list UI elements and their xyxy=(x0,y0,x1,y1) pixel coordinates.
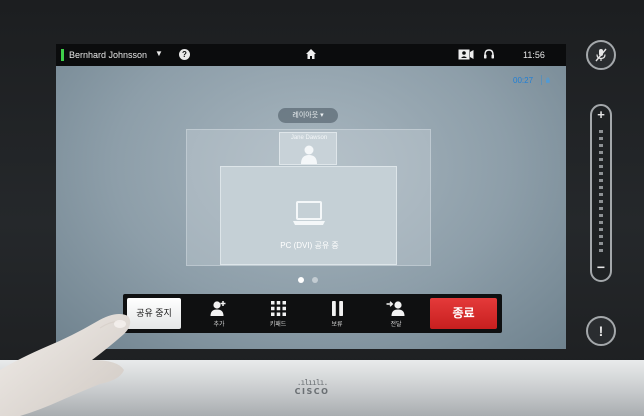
add-participant-button[interactable]: 추가 xyxy=(193,297,245,330)
transfer-label: 전달 xyxy=(390,322,402,328)
pause-icon xyxy=(331,301,343,316)
volume-down-icon[interactable]: − xyxy=(592,260,610,274)
user-name[interactable]: Bernhard Johnsson xyxy=(69,50,147,60)
participant-tile[interactable]: Jane Dawson xyxy=(279,132,337,165)
laptop-icon xyxy=(293,201,325,225)
page-indicator-dot-active[interactable] xyxy=(298,277,304,283)
transfer-button[interactable]: 전달 xyxy=(370,297,422,330)
hold-label: 보류 xyxy=(331,322,343,328)
status-bar: Bernhard Johnsson ▼ ? 11:56 xyxy=(56,44,566,66)
add-participant-label: 추가 xyxy=(213,322,225,328)
pointing-hand-image xyxy=(0,314,131,416)
layout-button-label: 레이아웃 xyxy=(292,112,319,119)
encryption-lock-icon xyxy=(541,75,550,85)
add-person-icon xyxy=(210,301,226,316)
cisco-logo: .ılıılı. CISCO xyxy=(290,378,334,404)
keypad-button[interactable]: 키패드 xyxy=(252,297,304,330)
presentation-tile[interactable]: PC (DVI) 공유 중 xyxy=(220,166,397,265)
end-call-button[interactable]: 종료 xyxy=(430,298,497,329)
alert-button[interactable]: ! xyxy=(586,316,616,346)
volume-level-ticks xyxy=(599,130,603,254)
volume-up-icon[interactable]: + xyxy=(592,108,610,122)
home-icon[interactable] xyxy=(305,48,317,60)
person-icon xyxy=(301,145,317,164)
share-status-label: PC (DVI) 공유 중 xyxy=(280,241,339,250)
cisco-logo-word: CISCO xyxy=(294,387,330,396)
volume-slider[interactable]: + − xyxy=(590,104,612,282)
hold-button[interactable]: 보류 xyxy=(311,297,363,330)
layout-button[interactable]: 레이아웃 ▾ xyxy=(278,108,338,123)
cisco-logo-bars: .ılıılı. xyxy=(296,378,329,387)
presence-indicator xyxy=(61,49,64,61)
keypad-label: 키패드 xyxy=(269,322,287,328)
transfer-person-icon xyxy=(386,301,405,316)
user-menu-caret-icon[interactable]: ▼ xyxy=(155,49,163,58)
help-icon[interactable]: ? xyxy=(179,49,190,60)
microphone-muted-icon xyxy=(595,48,607,62)
clock: 11:56 xyxy=(523,50,545,60)
call-timer: 00:27 xyxy=(513,76,534,85)
chevron-down-icon: ▾ xyxy=(320,112,324,119)
mute-microphone-button[interactable] xyxy=(586,40,616,70)
headset-icon[interactable] xyxy=(483,48,495,60)
call-toolbar: 공유 중지 추가 키패드 보류 전달 종료 xyxy=(123,294,502,333)
participant-name: Jane Dawson xyxy=(290,135,328,141)
page-indicator-dot[interactable] xyxy=(312,277,318,283)
keypad-icon xyxy=(270,301,286,316)
selfview-camera-icon[interactable] xyxy=(458,49,474,60)
